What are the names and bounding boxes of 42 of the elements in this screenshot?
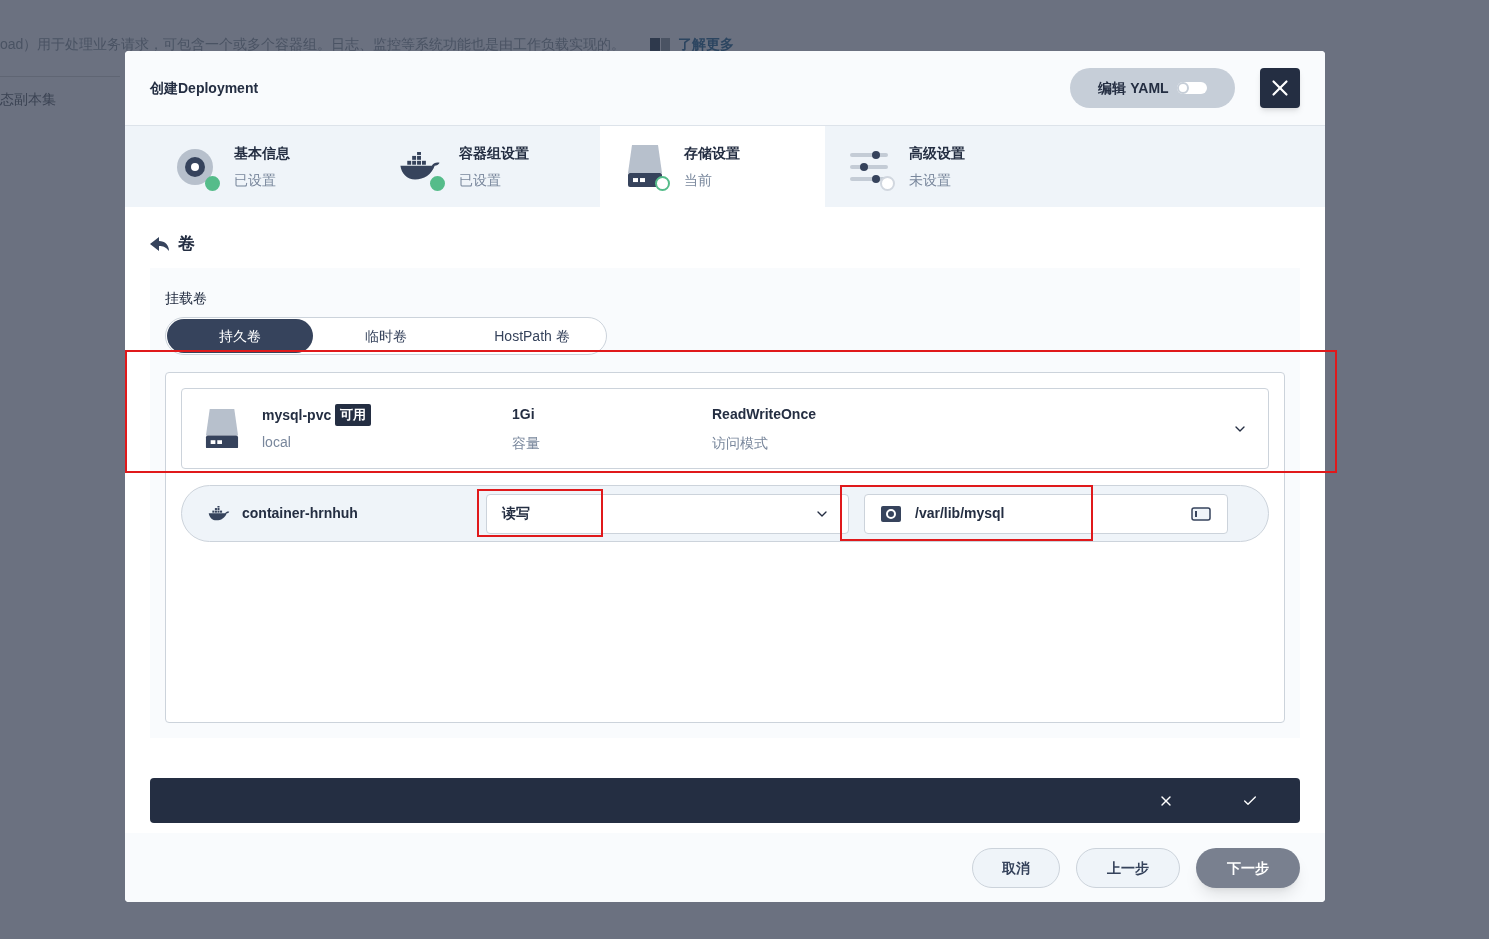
volume-card[interactable]: mysql-pvc 可用 local 1Gi 容量 ReadWriteOnce 访问模式 [181,388,1269,469]
whale-icon [399,151,441,182]
capacity-label: 容量 [512,433,541,453]
volume-type-tab[interactable]: 临时卷 [313,319,459,353]
volume-type-tab[interactable]: 持久卷 [167,319,313,353]
back-arrow-icon [150,236,170,252]
sliders-icon [850,148,890,185]
footer-button[interactable]: 上一步 [1076,848,1180,888]
edit-yaml-toggle[interactable]: 编辑 YAML [1070,68,1235,108]
mount-path-field[interactable]: /var/lib/mysql [864,493,1228,534]
access-mode-value: ReadWriteOnce [712,404,817,424]
step-status: 已设置 [459,170,502,190]
access-mode-select[interactable]: 读写 [486,493,849,534]
footer-button[interactable]: 下一步 [1196,848,1300,888]
capacity-value: 1Gi [512,404,536,424]
container-name: container-hrnhuh [242,504,359,523]
access-mode-label: 访问模式 [712,433,769,453]
volume-name: mysql-pvc [262,405,332,425]
section-title: 卷 [178,233,195,256]
volume-drive-icon [205,408,239,449]
close-button[interactable] [1260,68,1300,108]
wizard-step[interactable]: 存储设置 当前 [600,126,825,207]
input-icon [1191,506,1211,521]
wizard-step[interactable]: 高级设置 未设置 [825,126,1050,207]
step-status: 未设置 [909,170,952,190]
mount-label: 挂载卷 [165,289,208,308]
volume-type-tab[interactable]: HostPath 卷 [459,319,605,353]
wizard-step[interactable]: 基本信息 已设置 [150,126,375,207]
dialog-title: 创建Deployment [150,78,259,98]
wizard-step[interactable]: 容器组设置 已设置 [375,126,600,207]
step-title: 容器组设置 [459,143,529,163]
footer-button[interactable]: 取消 [972,848,1060,888]
drive-icon [627,145,663,188]
step-title: 高级设置 [909,143,965,163]
step-status: 已设置 [234,170,277,190]
step-status: 当前 [684,170,713,190]
status-badge: 可用 [335,404,372,426]
disc-icon [176,147,214,186]
whale-icon [208,505,230,522]
storage-class: local [262,433,292,452]
step-title: 存储设置 [684,143,740,163]
step-title: 基本信息 [234,143,290,163]
